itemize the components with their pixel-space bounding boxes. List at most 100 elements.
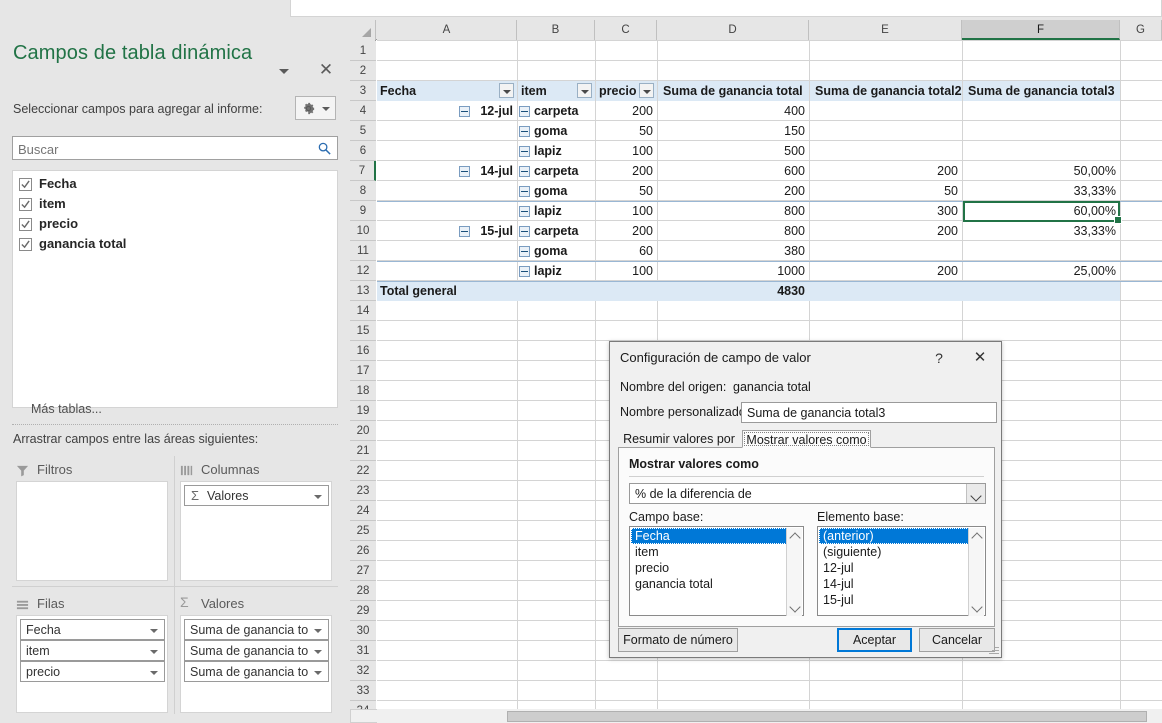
tab-resumir-valores-por[interactable]: Resumir valores por (618, 430, 740, 448)
cell-item-4[interactable]: carpeta (531, 101, 595, 121)
row-header-29[interactable]: 29 (350, 601, 376, 621)
header-cell-suma-total3[interactable]: Suma de ganancia total3 (965, 81, 1121, 101)
column-header-g[interactable]: G (1120, 20, 1162, 40)
row-header-31[interactable]: 31 (350, 641, 376, 661)
close-icon[interactable]: ✕ (316, 60, 336, 80)
chevron-down-icon[interactable] (314, 629, 322, 633)
collapse-button-fecha-4[interactable] (459, 106, 470, 117)
area-columnas[interactable]: Σ Valores (180, 481, 332, 581)
row-header-14[interactable]: 14 (350, 301, 376, 321)
tab-mostrar-valores-como[interactable]: Mostrar valores como (742, 430, 871, 448)
row-header-28[interactable]: 28 (350, 581, 376, 601)
custom-name-input[interactable] (742, 403, 996, 422)
resize-grip[interactable] (987, 643, 999, 655)
row-header-32[interactable]: 32 (350, 661, 376, 681)
cell-precio-4[interactable]: 200 (596, 101, 657, 121)
header-cell-precio[interactable]: precio (596, 81, 641, 101)
filter-button-precio[interactable] (639, 83, 654, 98)
cell-fecha-4[interactable]: 12-jul (377, 101, 517, 121)
pill-valores[interactable]: Σ Valores (184, 485, 329, 506)
cell-fecha-7[interactable]: 14-jul (377, 161, 517, 181)
collapse-button-item-10[interactable] (519, 226, 530, 237)
formula-bar-remnant[interactable] (290, 0, 1162, 17)
list-item[interactable]: (anterior) (819, 528, 969, 544)
cell-item-9[interactable]: lapiz (531, 201, 595, 221)
row-header-12[interactable]: 12 (350, 261, 376, 281)
cell-d-5[interactable]: 150 (658, 121, 809, 141)
cell-item-5[interactable]: goma (531, 121, 595, 141)
collapse-button-item-6[interactable] (519, 146, 530, 157)
cell-d-7[interactable]: 600 (658, 161, 809, 181)
cell-f-7[interactable]: 50,00% (963, 161, 1120, 181)
collapse-button-item-11[interactable] (519, 246, 530, 257)
header-cell-item[interactable]: item (518, 81, 578, 101)
search-box[interactable] (12, 136, 338, 160)
checkbox-icon[interactable] (19, 218, 32, 231)
chevron-down-icon[interactable] (277, 64, 291, 78)
cell-d-8[interactable]: 200 (658, 181, 809, 201)
header-cell-suma-total[interactable]: Suma de ganancia total (660, 81, 810, 101)
row-header-5[interactable]: 5 (350, 121, 376, 141)
collapse-button-item-8[interactable] (519, 186, 530, 197)
column-header-e[interactable]: E (809, 20, 962, 40)
chevron-down-icon[interactable] (314, 671, 322, 675)
show-values-as-dropdown[interactable]: % de la diferencia de (629, 483, 986, 504)
collapse-button-item-7[interactable] (519, 166, 530, 177)
row-header-22[interactable]: 22 (350, 461, 376, 481)
cell-e-8[interactable]: 50 (810, 181, 962, 201)
select-all-corner[interactable] (350, 20, 376, 40)
cell-precio-5[interactable]: 50 (596, 121, 657, 141)
column-header-f[interactable]: F (962, 20, 1120, 40)
cell-precio-10[interactable]: 200 (596, 221, 657, 241)
row-header-19[interactable]: 19 (350, 401, 376, 421)
row-header-25[interactable]: 25 (350, 521, 376, 541)
cell-precio-7[interactable]: 200 (596, 161, 657, 181)
list-item[interactable]: 12-jul (819, 560, 969, 576)
cell-d-9[interactable]: 800 (658, 201, 809, 221)
filter-button-item[interactable] (577, 83, 592, 98)
scrollbar[interactable] (786, 528, 802, 616)
cell-precio-12[interactable]: 100 (596, 261, 657, 281)
row-header-33[interactable]: 33 (350, 681, 376, 701)
cell-d-10[interactable]: 800 (658, 221, 809, 241)
cell-precio-6[interactable]: 100 (596, 141, 657, 161)
cell-e-12[interactable]: 200 (810, 261, 962, 281)
cell-d-4[interactable]: 400 (658, 101, 809, 121)
cell-d-6[interactable]: 500 (658, 141, 809, 161)
row-header-9[interactable]: 9 (350, 201, 376, 221)
collapse-button-item-12[interactable] (519, 266, 530, 277)
pill-fecha[interactable]: Fecha (20, 619, 165, 640)
chevron-down-icon[interactable] (150, 671, 158, 675)
cell-precio-8[interactable]: 50 (596, 181, 657, 201)
cell-e-10[interactable]: 200 (810, 221, 962, 241)
chevron-down-icon[interactable] (150, 650, 158, 654)
cell-f-12[interactable]: 25,00% (963, 261, 1120, 281)
column-header-c[interactable]: C (595, 20, 657, 40)
gear-button[interactable] (295, 96, 336, 120)
row-header-10[interactable]: 10 (350, 221, 376, 241)
chevron-down-icon[interactable] (314, 650, 322, 654)
row-header-30[interactable]: 30 (350, 621, 376, 641)
chevron-down-icon[interactable] (969, 600, 985, 616)
row-header-24[interactable]: 24 (350, 501, 376, 521)
collapse-button-item-5[interactable] (519, 126, 530, 137)
collapse-button-fecha-7[interactable] (459, 166, 470, 177)
row-header-3[interactable]: 3 (350, 81, 376, 101)
cell-e-9[interactable]: 300 (810, 201, 962, 221)
cell-item-6[interactable]: lapiz (531, 141, 595, 161)
chevron-down-icon[interactable] (966, 484, 985, 503)
row-header-7[interactable]: 7 (350, 161, 376, 181)
cell-d-12[interactable]: 1000 (658, 261, 809, 281)
row-header-15[interactable]: 15 (350, 321, 376, 341)
cancel-button[interactable]: Cancelar (919, 628, 995, 652)
collapse-button-item-9[interactable] (519, 206, 530, 217)
column-header-d[interactable]: D (657, 20, 809, 40)
list-item[interactable]: 15-jul (819, 592, 969, 608)
accept-button[interactable]: Aceptar (837, 628, 912, 652)
pill-item[interactable]: item (20, 640, 165, 661)
checkbox-icon[interactable] (19, 238, 32, 251)
row-header-26[interactable]: 26 (350, 541, 376, 561)
list-item[interactable]: (siguiente) (819, 544, 969, 560)
column-header-a[interactable]: A (377, 20, 517, 40)
pill-suma-ganancia-total3[interactable]: Suma de ganancia tot... (184, 661, 329, 682)
